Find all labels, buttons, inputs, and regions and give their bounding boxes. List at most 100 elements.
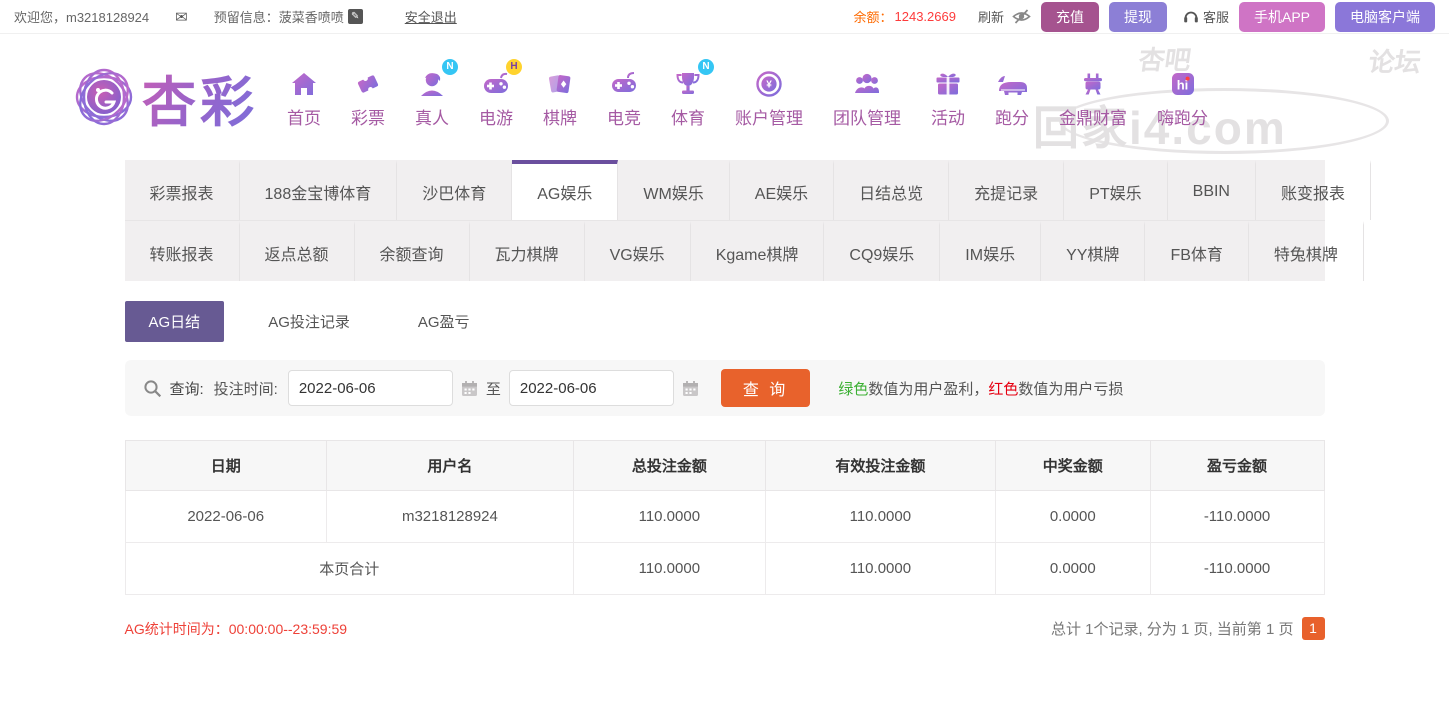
legend-green-word: 绿色	[838, 380, 869, 398]
tab-shaba-tiyu[interactable]: 沙巴体育	[397, 160, 513, 220]
pc-client-button[interactable]: 电脑客户端	[1335, 1, 1435, 32]
tab-caipiao-baobiao[interactable]: 彩票报表	[125, 160, 240, 220]
tab-zhuanzhang-baobiao[interactable]: 转账报表	[125, 221, 240, 281]
tab-cq9-yule[interactable]: CQ9娱乐	[824, 221, 941, 281]
nav-item-wealth[interactable]: 金鼎财富	[1044, 65, 1142, 129]
tab-bbin[interactable]: BBIN	[1168, 160, 1256, 220]
tab-pt-yule[interactable]: PT娱乐	[1064, 160, 1168, 220]
tab-fandian-zonge[interactable]: 返点总额	[240, 221, 355, 281]
topbar: 欢迎您，m3218128924 ✉ 预留信息： 菠菜香喷喷 ✎ 安全退出 余额：…	[0, 0, 1449, 34]
tab-wali-qipai[interactable]: 瓦力棋牌	[470, 221, 585, 281]
balance-label: 余额：	[853, 10, 893, 25]
team-people-icon	[852, 65, 882, 99]
tab-yy-qipai[interactable]: YY棋牌	[1041, 221, 1146, 281]
withdraw-button[interactable]: 提现	[1108, 1, 1167, 32]
tab-wm-yule[interactable]: WM娱乐	[618, 160, 730, 220]
ag-stat-time-value: 00:00:00--23:59:59	[228, 620, 348, 637]
legend-red-word: 红色	[988, 380, 1019, 398]
date-range-to-label: 至	[485, 380, 501, 398]
nav-item-account[interactable]: ¥ 账户管理	[720, 65, 818, 129]
table-summary-row: 本页合计 110.0000 110.0000 0.0000 -110.0000	[124, 542, 1325, 595]
ag-subtabs: AG日结 AG投注记录 AG盈亏	[124, 301, 1325, 342]
rhino-icon	[995, 65, 1029, 99]
nav-item-live[interactable]: N 真人	[400, 59, 464, 129]
tab-im-yule[interactable]: IM娱乐	[940, 221, 1042, 281]
table-header-row: 日期 用户名 总投注金额 有效投注金额 中奖金额 盈亏金额	[124, 440, 1325, 491]
nav-item-egame[interactable]: H 电游	[464, 59, 528, 129]
tab-fb-tiyu[interactable]: FB体育	[1145, 221, 1249, 281]
hot-badge: H	[506, 59, 522, 75]
cell-date: 2022-06-06	[124, 490, 327, 543]
logo-text: 杏彩	[142, 58, 258, 137]
wealth-ding-icon	[1078, 65, 1108, 99]
refresh-button[interactable]: 刷新	[978, 7, 1004, 26]
tab-kgame-qipai[interactable]: Kgame棋牌	[691, 221, 825, 281]
nav-item-activity[interactable]: 活动	[916, 65, 980, 129]
nav-item-sports[interactable]: N 体育	[656, 59, 720, 129]
chess-cards-icon	[545, 65, 575, 99]
nav-item-home[interactable]: 首页	[272, 65, 336, 129]
tab-188-jinbaobo[interactable]: 188金宝博体育	[240, 160, 398, 220]
nav-item-chess[interactable]: 棋牌	[528, 65, 592, 129]
subtab-ag-rijie[interactable]: AG日结	[124, 301, 225, 342]
nav-item-team[interactable]: 团队管理	[818, 65, 916, 129]
site-logo[interactable]: 杏彩	[72, 58, 258, 137]
tab-zhangbian-baobiao[interactable]: 账变报表	[1256, 160, 1371, 220]
hi-app-icon: hi	[1168, 65, 1198, 99]
customer-service-label: 客服	[1202, 10, 1229, 25]
site-header: 杏吧 论坛 回家i4.com 杏彩 首页 彩票 N 真人 H 电游 棋牌 电竞 …	[0, 34, 1449, 160]
mobile-app-button[interactable]: 手机APP	[1238, 1, 1325, 32]
tab-ag-yule[interactable]: AG娱乐	[512, 160, 619, 220]
ag-stat-time: AG统计时间为：00:00:00--23:59:59	[125, 619, 348, 639]
ag-stat-time-label: AG统计时间为：	[124, 620, 229, 637]
profit-loss-legend: 绿色数值为用户盈利，红色数值为用户亏损	[838, 380, 1124, 398]
customer-service-link[interactable]: 客服	[1183, 7, 1229, 26]
summary-valid-bet: 110.0000	[764, 542, 996, 595]
calendar-icon[interactable]	[461, 380, 478, 397]
calendar-icon[interactable]	[682, 380, 699, 397]
tab-vg-yule[interactable]: VG娱乐	[585, 221, 691, 281]
reserved-info-label: 预留信息：	[213, 10, 279, 25]
cell-win-amount: 0.0000	[994, 490, 1151, 543]
summary-label: 本页合计	[124, 542, 574, 595]
envelope-icon[interactable]: ✉	[175, 8, 188, 26]
recharge-button[interactable]: 充值	[1040, 1, 1099, 32]
date-to-input[interactable]	[508, 370, 674, 406]
cell-valid-bet: 110.0000	[764, 490, 996, 543]
cell-username: m3218128924	[325, 490, 574, 543]
gift-icon	[933, 65, 963, 99]
subtab-ag-touzhu-jilu[interactable]: AG投注记录	[244, 301, 374, 342]
search-icon	[143, 379, 162, 398]
bet-time-label: 投注时间:	[213, 380, 278, 398]
nav-item-esports[interactable]: 电竞	[592, 65, 656, 129]
date-from-input[interactable]	[287, 370, 453, 406]
summary-win-amount: 0.0000	[994, 542, 1151, 595]
nav-item-paofen[interactable]: 跑分	[980, 65, 1044, 129]
tab-tetu-qipai[interactable]: 特兔棋牌	[1249, 221, 1364, 281]
watermark-text-2: 论坛	[1366, 47, 1423, 77]
home-icon	[289, 65, 319, 99]
nav-item-hipaofen[interactable]: hi 嗨跑分	[1142, 65, 1223, 129]
svg-text:¥: ¥	[766, 80, 772, 91]
reserved-info-value: 菠菜香喷喷	[278, 10, 344, 25]
tab-chongti-jilu[interactable]: 充提记录	[949, 160, 1065, 220]
tab-yue-chaxun[interactable]: 余额查询	[355, 221, 470, 281]
pagination: 总计 1个记录, 分为 1 页, 当前第 1 页 1	[1051, 617, 1325, 640]
main-content: 彩票报表 188金宝博体育 沙巴体育 AG娱乐 WM娱乐 AE娱乐 日结总览 充…	[124, 160, 1371, 640]
pagination-summary: 总计 1个记录, 分为 1 页, 当前第 1 页	[1050, 621, 1294, 638]
edit-icon[interactable]: ✎	[347, 9, 363, 24]
tab-rijie-zonglan[interactable]: 日结总览	[834, 160, 950, 220]
balance-value: 1243.2669	[894, 9, 956, 24]
main-nav: 首页 彩票 N 真人 H 电游 棋牌 电竞 N 体育 ¥ 账户管理 团队管理 活…	[272, 59, 1223, 129]
summary-total-bet: 110.0000	[572, 542, 766, 595]
tab-ae-yule[interactable]: AE娱乐	[730, 160, 835, 220]
page-1-button[interactable]: 1	[1301, 617, 1325, 640]
query-button[interactable]: 查 询	[720, 369, 811, 407]
ag-daily-report-table: 日期 用户名 总投注金额 有效投注金额 中奖金额 盈亏金额 2022-06-06…	[124, 440, 1325, 595]
new-badge: N	[442, 59, 458, 75]
eye-off-icon[interactable]	[1012, 9, 1031, 24]
logo-flower-icon	[75, 68, 133, 126]
subtab-ag-yingkui[interactable]: AG盈亏	[394, 301, 494, 342]
nav-item-lottery[interactable]: 彩票	[336, 65, 400, 129]
logout-link[interactable]: 安全退出	[405, 7, 457, 26]
